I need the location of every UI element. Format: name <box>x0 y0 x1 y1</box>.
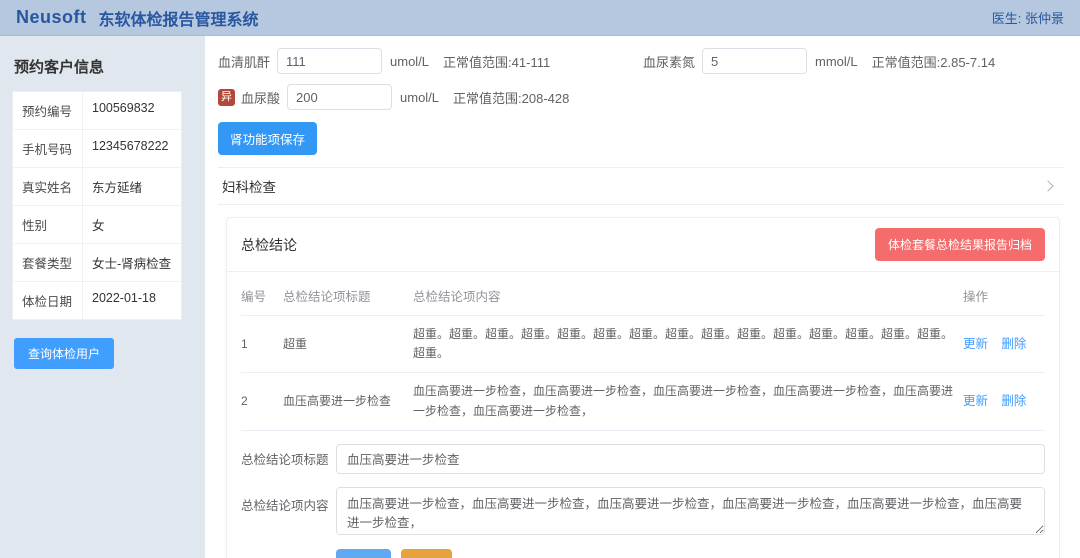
row-label: 真实姓名 <box>13 168 83 205</box>
field-unit: umol/L <box>390 54 429 69</box>
update-link[interactable]: 更新 <box>963 394 988 408</box>
cell-title: 超重 <box>283 316 413 373</box>
field-label: 血清肌酐 <box>218 52 270 71</box>
kidney-function-save-button[interactable]: 肾功能项保存 <box>218 122 317 155</box>
blood-uric-acid-input[interactable] <box>287 84 392 110</box>
archive-report-button[interactable]: 体检套餐总检结果报告归档 <box>875 228 1045 261</box>
conclusion-panel-title: 总检结论 <box>241 235 297 255</box>
page-title: 东软体检报告管理系统 <box>99 6 259 30</box>
cell-content: 血压高要进一步检查，血压高要进一步检查，血压高要进一步检查，血压高要进一步检查，… <box>413 373 963 430</box>
conclusion-content-label: 总检结论项内容 <box>241 487 336 514</box>
field-normal-range: 正常值范围:41-111 <box>443 52 550 71</box>
update-link[interactable]: 更新 <box>963 337 988 351</box>
conclusion-title-form-row: 总检结论项标题 <box>241 444 1045 474</box>
delete-link[interactable]: 删除 <box>1001 337 1026 351</box>
row-label: 套餐类型 <box>13 244 83 281</box>
add-button[interactable]: 添加 <box>336 549 391 558</box>
exam-fields-form: 血清肌酐 umol/L 正常值范围:41-111 血尿素氮 mmol/L 正常值… <box>218 48 1064 110</box>
row-value: 12345678222 <box>83 130 181 167</box>
main-content: 血清肌酐 umol/L 正常值范围:41-111 血尿素氮 mmol/L 正常值… <box>205 36 1080 558</box>
field-normal-range: 正常值范围:208-428 <box>453 88 569 107</box>
page-body: 预约客户信息 预约编号 100569832 手机号码 12345678222 真… <box>0 36 1080 558</box>
blood-urea-nitrogen-input[interactable] <box>702 48 807 74</box>
serum-creatinine-input[interactable] <box>277 48 382 74</box>
conclusion-table: 编号 总检结论项标题 总检结论项内容 操作 1 超重 超重。超重。超重。超重。超… <box>241 276 1045 431</box>
field-serum-creatinine: 血清肌酐 umol/L 正常值范围:41-111 <box>218 48 643 74</box>
conclusion-buttons: 添加 清空 <box>336 549 1045 558</box>
table-row: 性别 女 <box>13 206 181 244</box>
app-window: Neusoft 东软体检报告管理系统 医生: 张仲景 预约客户信息 预约编号 1… <box>0 0 1080 558</box>
cell-actions: 更新 删除 <box>963 373 1045 430</box>
conclusion-content-textarea[interactable]: 血压高要进一步检查，血压高要进一步检查，血压高要进一步检查，血压高要进一步检查，… <box>336 487 1045 535</box>
row-label: 预约编号 <box>13 92 83 129</box>
sidebar: 预约客户信息 预约编号 100569832 手机号码 12345678222 真… <box>0 36 205 558</box>
table-row: 手机号码 12345678222 <box>13 130 181 168</box>
chevron-right-icon <box>1042 180 1053 191</box>
row-value: 女士-肾病检查 <box>83 244 181 281</box>
field-blood-urea-nitrogen: 血尿素氮 mmol/L 正常值范围:2.85-7.14 <box>643 48 1064 74</box>
query-exam-user-button[interactable]: 查询体检用户 <box>14 338 114 369</box>
field-unit: umol/L <box>400 90 439 105</box>
abnormal-badge-icon: 异 <box>218 89 235 106</box>
customer-info-table: 预约编号 100569832 手机号码 12345678222 真实姓名 东方延… <box>12 91 182 320</box>
field-label: 血尿酸 <box>241 88 280 107</box>
table-row: 预约编号 100569832 <box>13 92 181 130</box>
doctor-label: 医生: 张仲景 <box>992 8 1064 27</box>
table-row: 真实姓名 东方延绪 <box>13 168 181 206</box>
row-value: 100569832 <box>83 92 181 129</box>
row-value: 女 <box>83 206 181 243</box>
gynecology-collapse-header[interactable]: 妇科检查 <box>218 167 1064 205</box>
cell-no: 2 <box>241 373 283 430</box>
conclusion-title-input[interactable] <box>336 444 1045 474</box>
app-header: Neusoft 东软体检报告管理系统 医生: 张仲景 <box>0 0 1080 36</box>
row-label: 手机号码 <box>13 130 83 167</box>
conclusion-panel-body: 编号 总检结论项标题 总检结论项内容 操作 1 超重 超重。超重。超重。超重。超… <box>227 272 1059 558</box>
conclusion-title-label: 总检结论项标题 <box>241 449 336 468</box>
column-header-no: 编号 <box>241 276 283 316</box>
table-header-row: 编号 总检结论项标题 总检结论项内容 操作 <box>241 276 1045 316</box>
table-row: 2 血压高要进一步检查 血压高要进一步检查，血压高要进一步检查，血压高要进一步检… <box>241 373 1045 430</box>
conclusion-panel: 总检结论 体检套餐总检结果报告归档 编号 总检结论项标题 总检结论项内容 <box>226 217 1060 558</box>
column-header-content: 总检结论项内容 <box>413 276 963 316</box>
cell-actions: 更新 删除 <box>963 316 1045 373</box>
field-normal-range: 正常值范围:2.85-7.14 <box>872 52 996 71</box>
cell-no: 1 <box>241 316 283 373</box>
table-row: 体检日期 2022-01-18 <box>13 282 181 319</box>
field-blood-uric-acid: 异 血尿酸 umol/L 正常值范围:208-428 <box>218 84 643 110</box>
row-label: 性别 <box>13 206 83 243</box>
cell-title: 血压高要进一步检查 <box>283 373 413 430</box>
table-row: 套餐类型 女士-肾病检查 <box>13 244 181 282</box>
clear-button[interactable]: 清空 <box>401 549 452 558</box>
field-unit: mmol/L <box>815 54 858 69</box>
conclusion-panel-header: 总检结论 体检套餐总检结果报告归档 <box>227 218 1059 272</box>
column-header-actions: 操作 <box>963 276 1045 316</box>
row-value: 2022-01-18 <box>83 282 181 319</box>
delete-link[interactable]: 删除 <box>1001 394 1026 408</box>
grid-spacer <box>643 84 1064 110</box>
cell-content: 超重。超重。超重。超重。超重。超重。超重。超重。超重。超重。超重。超重。超重。超… <box>413 316 963 373</box>
row-label: 体检日期 <box>13 282 83 319</box>
field-label: 血尿素氮 <box>643 52 695 71</box>
column-header-title: 总检结论项标题 <box>283 276 413 316</box>
brand-logo: Neusoft <box>16 7 87 28</box>
conclusion-content-form-row: 总检结论项内容 血压高要进一步检查，血压高要进一步检查，血压高要进一步检查，血压… <box>241 487 1045 535</box>
table-row: 1 超重 超重。超重。超重。超重。超重。超重。超重。超重。超重。超重。超重。超重… <box>241 316 1045 373</box>
collapse-title: 妇科检查 <box>222 176 276 196</box>
sidebar-title: 预约客户信息 <box>14 56 191 77</box>
row-value: 东方延绪 <box>83 168 181 205</box>
